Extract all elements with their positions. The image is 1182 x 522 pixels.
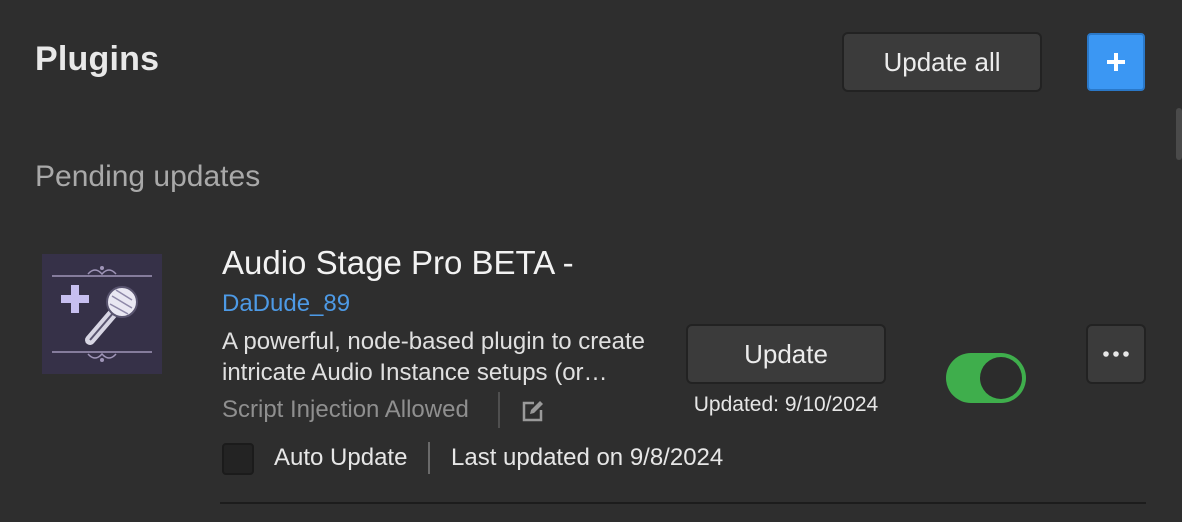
plugin-permission: Script Injection Allowed (222, 396, 469, 423)
plugin-enabled-toggle[interactable] (946, 353, 1026, 403)
last-updated-text: Last updated on 9/8/2024 (451, 444, 724, 471)
toggle-knob (980, 357, 1022, 399)
page-title: Plugins (35, 40, 160, 78)
updated-date-text: Updated: 9/10/2024 (693, 393, 879, 416)
section-title: Pending updates (35, 160, 261, 193)
scrollbar[interactable] (1176, 108, 1182, 160)
edit-permissions-button[interactable] (520, 398, 546, 424)
more-options-button[interactable] (1086, 324, 1146, 384)
divider (498, 392, 500, 428)
plus-icon (1107, 53, 1125, 71)
microphone-plus-icon (42, 254, 162, 374)
divider (428, 442, 430, 474)
plugin-name: Audio Stage Pro BETA - (222, 244, 574, 281)
divider (220, 502, 1146, 504)
auto-update-label: Auto Update (274, 444, 408, 471)
more-horizontal-icon (1103, 351, 1129, 357)
auto-update-checkbox[interactable] (222, 443, 254, 475)
plugin-author-link[interactable]: DaDude_89 (222, 290, 350, 318)
plugin-thumbnail (42, 254, 162, 374)
update-all-button[interactable]: Update all (842, 32, 1042, 92)
update-button[interactable]: Update (686, 324, 886, 384)
add-plugin-button[interactable] (1087, 33, 1145, 91)
plugin-description: A powerful, node-based plugin to create … (222, 328, 645, 386)
edit-icon (522, 401, 543, 422)
